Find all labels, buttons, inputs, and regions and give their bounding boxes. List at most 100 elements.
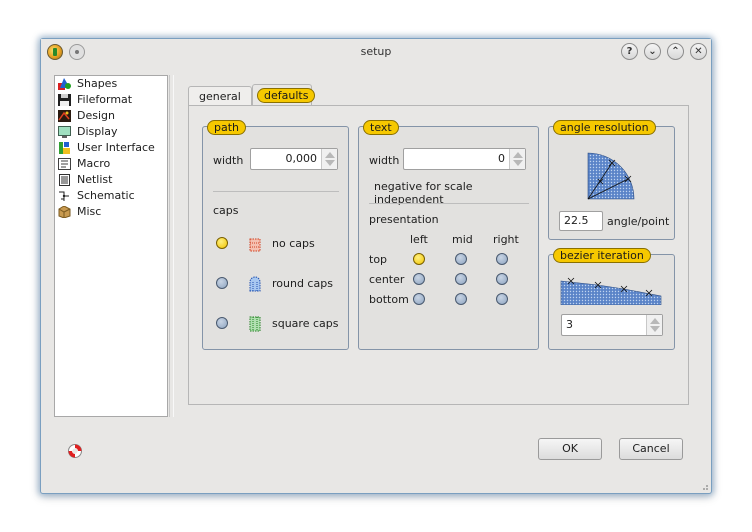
row-bottom-label: bottom — [369, 293, 409, 306]
path-group: path width 0,000 caps no caps round caps… — [202, 120, 349, 350]
column-mid-label: mid — [452, 233, 473, 246]
tab-defaults-label: defaults — [257, 88, 316, 103]
spin-down-icon[interactable] — [325, 160, 335, 166]
cancel-button[interactable]: Cancel — [619, 438, 683, 460]
text-width-value: 0 — [498, 152, 505, 165]
spin-down-icon[interactable] — [513, 160, 523, 166]
sidebar-item-macro[interactable]: Macro — [55, 156, 167, 172]
text-top-mid-radio[interactable] — [455, 253, 467, 265]
text-group-title: text — [363, 120, 399, 135]
text-separator — [369, 203, 529, 204]
path-width-arrows — [321, 149, 337, 169]
angle-unit-label: angle/point — [607, 215, 670, 228]
text-bottom-left-radio[interactable] — [413, 293, 425, 305]
round-caps-icon — [249, 276, 261, 292]
row-top-label: top — [369, 253, 388, 266]
text-bottom-right-radio[interactable] — [496, 293, 508, 305]
sidebar-item-shapes[interactable]: Shapes — [55, 76, 167, 92]
sidebar-item-label: Misc — [77, 205, 102, 218]
resize-grip-icon[interactable] — [701, 483, 709, 491]
round-caps-label: round caps — [272, 277, 333, 290]
spin-down-icon[interactable] — [650, 326, 660, 332]
shapes-icon — [58, 78, 71, 90]
bezier-iteration-value: 3 — [566, 318, 573, 331]
window-title: setup — [360, 45, 392, 58]
category-list[interactable]: Shapes Fileformat Design Display User In… — [54, 75, 168, 417]
spin-up-icon[interactable] — [325, 152, 335, 158]
sidebar-item-label: Shapes — [77, 77, 118, 90]
text-center-right-radio[interactable] — [496, 273, 508, 285]
sidebar-item-label: Fileformat — [77, 93, 133, 106]
text-top-right-radio[interactable] — [496, 253, 508, 265]
angle-resolution-value: 22.5 — [564, 214, 589, 227]
text-group: text width 0 negative for scale independ… — [358, 120, 539, 350]
close-button[interactable]: ✕ — [690, 43, 707, 60]
floppy-icon — [58, 94, 71, 106]
sidebar-item-label: Netlist — [77, 173, 113, 186]
maximize-button[interactable]: ⌃ — [667, 43, 684, 60]
minimize-button[interactable]: ⌄ — [644, 43, 661, 60]
square-caps-icon — [249, 316, 261, 332]
macro-icon — [58, 158, 71, 170]
path-width-spinbox[interactable]: 0,000 — [250, 148, 338, 170]
title-bar: setup ? ⌄ ⌃ ✕ — [41, 39, 711, 65]
column-right-label: right — [493, 233, 519, 246]
round-caps-radio[interactable] — [216, 277, 228, 289]
text-width-arrows — [509, 149, 525, 169]
no-caps-radio[interactable] — [216, 237, 228, 249]
sidebar-item-display[interactable]: Display — [55, 124, 167, 140]
help-button[interactable]: ? — [621, 43, 638, 60]
sidebar-item-label: Display — [77, 125, 118, 138]
square-caps-radio[interactable] — [216, 317, 228, 329]
sidebar-item-label: Schematic — [77, 189, 135, 202]
sidebar-item-design[interactable]: Design — [55, 108, 167, 124]
bezier-illustration — [560, 277, 662, 305]
sidebar-item-schematic[interactable]: Schematic — [55, 188, 167, 204]
angle-resolution-group: angle resolution 22.5 angle/point — [548, 120, 675, 240]
monitor-icon — [58, 126, 71, 138]
sidebar-item-misc[interactable]: Misc — [55, 204, 167, 220]
tab-defaults[interactable]: defaults — [252, 84, 316, 106]
text-width-spinbox[interactable]: 0 — [403, 148, 526, 170]
sidebar-item-fileformat[interactable]: Fileformat — [55, 92, 167, 108]
text-bottom-mid-radio[interactable] — [455, 293, 467, 305]
angle-resolution-input[interactable]: 22.5 — [559, 211, 603, 231]
schematic-icon — [59, 191, 69, 201]
design-icon — [58, 110, 71, 122]
bezier-iteration-title: bezier iteration — [553, 248, 651, 263]
text-width-label: width — [369, 154, 400, 167]
sidebar-item-netlist[interactable]: Netlist — [55, 172, 167, 188]
tab-general[interactable]: general — [188, 86, 252, 106]
sidebar-splitter[interactable] — [169, 75, 174, 417]
spin-up-icon[interactable] — [650, 318, 660, 324]
caps-label: caps — [213, 204, 239, 217]
angle-resolution-illustration — [587, 152, 635, 200]
no-caps-icon — [249, 238, 261, 252]
netlist-icon — [59, 174, 70, 186]
spin-up-icon[interactable] — [513, 152, 523, 158]
defaults-panel: path width 0,000 caps no caps round caps… — [188, 105, 689, 405]
sidebar-item-user-interface[interactable]: User Interface — [55, 140, 167, 156]
help-lifebuoy-icon[interactable] — [67, 443, 83, 459]
setup-window: setup ? ⌄ ⌃ ✕ Shapes Fileformat Design D… — [40, 38, 712, 494]
user-interface-icon — [59, 142, 70, 154]
path-separator — [213, 191, 339, 192]
path-group-title: path — [207, 120, 247, 135]
path-width-label: width — [213, 154, 244, 167]
sidebar-item-label: Macro — [77, 157, 111, 170]
text-center-left-radio[interactable] — [413, 273, 425, 285]
sidebar-item-label: User Interface — [77, 141, 155, 154]
row-center-label: center — [369, 273, 405, 286]
text-center-mid-radio[interactable] — [455, 273, 467, 285]
bezier-iteration-group: bezier iteration 3 — [548, 248, 675, 350]
angle-resolution-title: angle resolution — [553, 120, 656, 135]
text-top-left-radio[interactable] — [413, 253, 425, 265]
bezier-arrows — [646, 315, 662, 335]
presentation-label: presentation — [369, 213, 439, 226]
ok-button[interactable]: OK — [538, 438, 602, 460]
square-caps-label: square caps — [272, 317, 339, 330]
column-left-label: left — [410, 233, 428, 246]
misc-box-icon — [58, 206, 71, 218]
path-width-value: 0,000 — [285, 152, 318, 165]
bezier-iteration-spinbox[interactable]: 3 — [561, 314, 663, 336]
